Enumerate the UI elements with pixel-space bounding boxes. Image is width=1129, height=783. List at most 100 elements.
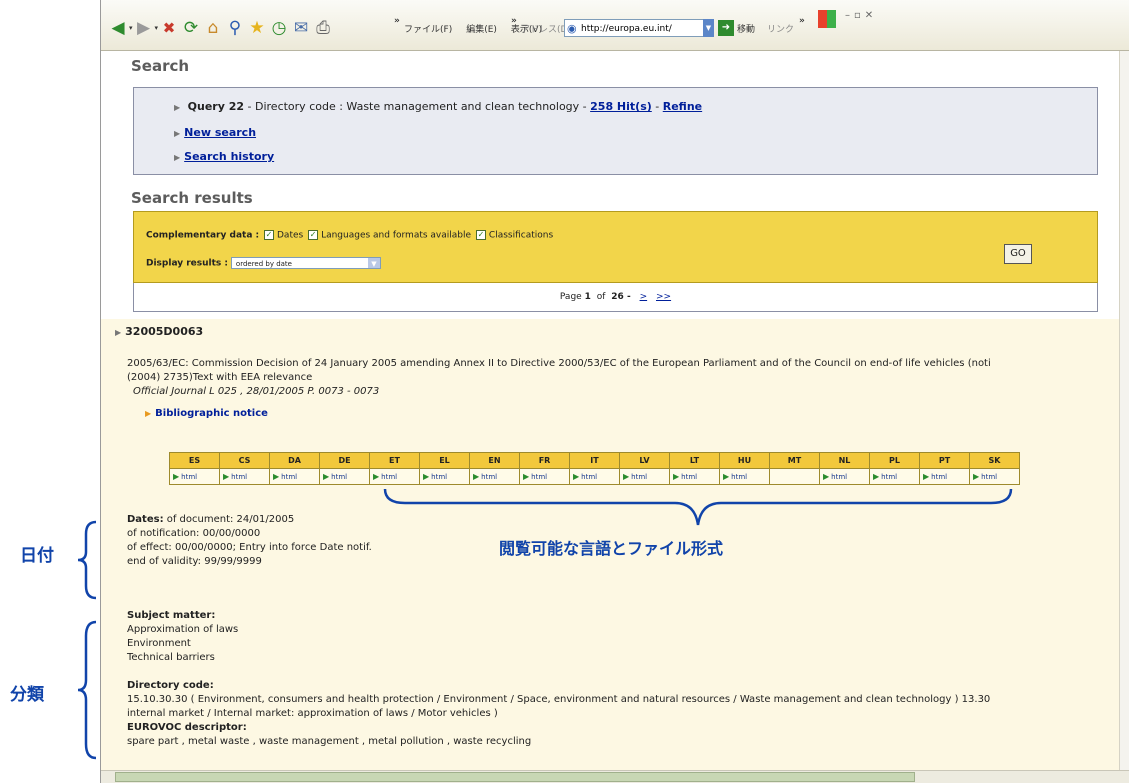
format-label: html: [731, 473, 748, 481]
format-link-cs[interactable]: ▶ html: [219, 468, 270, 485]
format-link-lt[interactable]: ▶ html: [669, 468, 720, 485]
directory-code-line-1: 15.10.30.30 ( Environment, consumers and…: [127, 694, 991, 705]
dates-notification: of notification: 00/00/0000: [127, 528, 261, 539]
toolbar-chevron-1[interactable]: »: [394, 10, 400, 32]
go-submit-button[interactable]: GO: [1004, 244, 1032, 264]
address-field[interactable]: ◉ http://europa.eu.int/: [564, 19, 714, 37]
last-page-link[interactable]: >>: [656, 292, 671, 302]
dates-checkbox[interactable]: ✓: [264, 230, 274, 240]
format-link-lv[interactable]: ▶ html: [619, 468, 670, 485]
format-row: ▶ html ▶ html ▶ html ▶ html ▶ html ▶ html ▶ htm…: [169, 468, 1020, 485]
display-select-value: ordered by date: [235, 260, 292, 268]
eurovoc-label: EUROVOC descriptor:: [127, 722, 247, 733]
minimize-icon[interactable]: –: [845, 10, 850, 21]
format-label: html: [531, 473, 548, 481]
lang-hu: HU: [719, 452, 770, 469]
go-button[interactable]: ➜ 移動: [718, 17, 755, 39]
lang-cs: CS: [219, 452, 270, 469]
journal-reference: Official Journal L 025 , 28/01/2005 P. 0…: [133, 386, 380, 397]
format-link-da[interactable]: ▶ html: [269, 468, 320, 485]
options-panel: Complementary data : ✓ Dates ✓ Languages a…: [133, 211, 1098, 283]
complementary-row: Complementary data : ✓ Dates ✓ Languages a…: [146, 230, 553, 241]
format-link-pl[interactable]: ▶ html: [869, 468, 920, 485]
refine-link[interactable]: Refine: [663, 100, 702, 113]
search-history-link[interactable]: Search history: [184, 150, 274, 163]
toolbar-chevron-2[interactable]: »: [511, 10, 517, 32]
go-arrow-icon: ➜: [718, 20, 734, 36]
links-label[interactable]: リンク: [767, 17, 794, 39]
nav-buttons: ◀ ▾ ▶ ▾ ✖ ⟳ ⌂ ⚲ ★ ◷ ✉ ⎙: [107, 17, 334, 39]
horizontal-scroll-thumb[interactable]: [115, 772, 915, 782]
format-label: html: [981, 473, 998, 481]
annotation-languages: 閲覧可能な言語とファイル形式: [499, 539, 724, 558]
restore-icon[interactable]: ▫: [854, 10, 861, 21]
mail-icon[interactable]: ✉: [290, 17, 312, 39]
next-page-link[interactable]: >: [640, 292, 648, 302]
horizontal-scrollbar[interactable]: [101, 770, 1129, 783]
lang-lt: LT: [669, 452, 720, 469]
subject-item: Environment: [127, 638, 191, 649]
languages-checkbox[interactable]: ✓: [308, 230, 319, 240]
lang-lv: LV: [619, 452, 670, 469]
document-title-1: 2005/63/EC: Commission Decision of 24 Ja…: [127, 358, 991, 369]
search-history-line: ▶ Search history: [174, 150, 274, 163]
format-link-sk[interactable]: ▶ html: [969, 468, 1020, 485]
query-box: ▶ Query 22 - Directory code : Waste mana…: [133, 87, 1098, 175]
classifications-option: Classifications: [488, 230, 554, 241]
print-icon[interactable]: ⎙: [312, 17, 334, 39]
vertical-scrollbar[interactable]: [1119, 51, 1129, 770]
close-icon[interactable]: ✕: [865, 10, 873, 21]
format-link-pt[interactable]: ▶ html: [919, 468, 970, 485]
format-label: html: [931, 473, 948, 481]
chevron-down-icon: ▼: [367, 258, 380, 268]
format-link-en[interactable]: ▶ html: [469, 468, 520, 485]
bib-notice-line: ▶ Bibliographic notice: [145, 407, 268, 421]
format-link-hu[interactable]: ▶ html: [719, 468, 770, 485]
directory-code-line-2: internal market / Internal market: appro…: [127, 708, 498, 719]
format-link-it[interactable]: ▶ html: [569, 468, 620, 485]
dates-label: Dates:: [127, 514, 164, 525]
dates-end-validity: end of validity: 99/99/9999: [127, 556, 262, 567]
forward-icon[interactable]: ▶: [133, 17, 155, 39]
browser-toolbar: ◀ ▾ ▶ ▾ ✖ ⟳ ⌂ ⚲ ★ ◷ ✉ ⎙ » ファイル(F) 編集(E) …: [101, 0, 1129, 51]
document-id: ▶ 32005D0063: [115, 325, 203, 340]
bib-notice-link[interactable]: Bibliographic notice: [155, 408, 268, 419]
format-link-nl[interactable]: ▶ html: [819, 468, 870, 485]
display-select[interactable]: ordered by date ▼: [230, 257, 381, 269]
format-link-et[interactable]: ▶ html: [369, 468, 420, 485]
format-link-el[interactable]: ▶ html: [419, 468, 470, 485]
format-link-fr[interactable]: ▶ html: [519, 468, 570, 485]
toolbar-chevron-3[interactable]: »: [799, 10, 805, 32]
search-icon[interactable]: ⚲: [224, 17, 246, 39]
format-label: html: [881, 473, 898, 481]
favorites-icon[interactable]: ★: [246, 17, 268, 39]
annotation-classification: 分類: [10, 685, 44, 705]
lang-es: ES: [169, 452, 220, 469]
subject-matter-label: Subject matter:: [127, 610, 216, 621]
history-icon[interactable]: ◷: [268, 17, 290, 39]
refresh-icon[interactable]: ⟳: [180, 17, 202, 39]
lang-el: EL: [419, 452, 470, 469]
menu-file[interactable]: ファイル(F): [404, 22, 452, 35]
format-link-es[interactable]: ▶ html: [169, 468, 220, 485]
home-icon[interactable]: ⌂: [202, 17, 224, 39]
menu-edit[interactable]: 編集(E): [466, 22, 497, 35]
stop-icon[interactable]: ✖: [158, 17, 180, 39]
classifications-checkbox[interactable]: ✓: [475, 230, 486, 240]
hits-link[interactable]: 258 Hit(s): [590, 100, 652, 113]
format-link-de[interactable]: ▶ html: [319, 468, 370, 485]
subject-item: Approximation of laws: [127, 624, 239, 635]
window-controls[interactable]: – ▫ ✕: [845, 4, 873, 26]
display-label: Display results :: [146, 258, 229, 269]
new-search-link[interactable]: New search: [184, 126, 256, 139]
directory-code-label: Directory code:: [127, 680, 214, 691]
languages-option: Languages and formats available: [321, 230, 472, 241]
address-dropdown-icon[interactable]: ▼: [703, 19, 714, 37]
format-label: html: [181, 473, 198, 481]
new-search-line: ▶ New search: [174, 126, 256, 139]
lang-de: DE: [319, 452, 370, 469]
hits-sep: -: [651, 100, 663, 113]
windows-logo-icon: [818, 8, 836, 30]
back-icon[interactable]: ◀: [107, 17, 129, 39]
lang-en: EN: [469, 452, 520, 469]
